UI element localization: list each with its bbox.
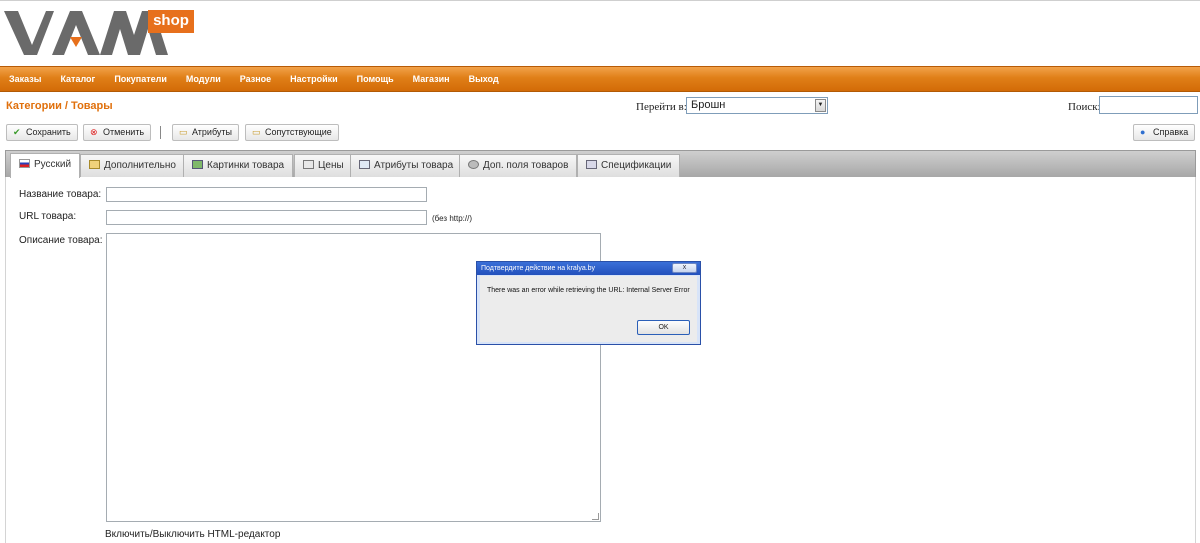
product-description-label: Описание товара: <box>19 235 103 246</box>
cancel-button[interactable]: ⊗ Отменить <box>83 124 152 141</box>
goto-label: Перейти в: <box>636 101 687 113</box>
window-icon: ▭ <box>179 127 188 137</box>
save-button[interactable]: ✔ Сохранить <box>6 124 78 141</box>
tab-extra[interactable]: Дополнительно <box>80 154 185 177</box>
cancel-button-label: Отменить <box>103 127 145 137</box>
tab-label: Спецификации <box>601 160 672 171</box>
nav-item-logout[interactable]: Выход <box>469 67 499 91</box>
related-button[interactable]: ▭ Сопутствующие <box>245 124 339 141</box>
shop-badge: shop <box>148 10 194 33</box>
goto-select[interactable]: Брошн ▼ <box>686 97 828 114</box>
checkmark-icon: ✔ <box>13 127 21 137</box>
nav-item-orders[interactable]: Заказы <box>9 67 41 91</box>
attributes-button-label: Атрибуты <box>192 127 233 137</box>
tab-label: Картинки товара <box>207 160 285 171</box>
product-url-label: URL товара: <box>19 211 77 222</box>
main-nav: Заказы Каталог Покупатели Модули Разное … <box>0 66 1200 92</box>
tab-extra-fields[interactable]: Доп. поля товаров <box>459 154 578 177</box>
tab-label: Цены <box>318 160 344 171</box>
help-icon: ● <box>1140 127 1146 137</box>
nav-item-customers[interactable]: Покупатели <box>114 67 167 91</box>
search-label: Поиск: <box>1068 101 1101 113</box>
dialog-message: There was an error while retrieving the … <box>487 287 690 294</box>
nav-item-modules[interactable]: Модули <box>186 67 221 91</box>
tab-pictures[interactable]: Картинки товара <box>183 154 294 177</box>
tab-russian[interactable]: Русский <box>10 153 81 178</box>
error-dialog: Подтвердите действие на kralya.by x Ther… <box>476 261 701 345</box>
tab-product-attributes[interactable]: Атрибуты товара <box>350 154 463 177</box>
spec-icon <box>586 160 597 169</box>
product-name-label: Название товара: <box>19 189 102 200</box>
attributes-icon <box>359 160 370 169</box>
picture-icon <box>192 160 203 169</box>
dialog-titlebar[interactable]: Подтвердите действие на kralya.by x <box>477 262 700 275</box>
header: shop <box>0 0 1200 66</box>
price-icon <box>303 160 314 169</box>
goto-select-value: Брошн <box>691 99 726 111</box>
flag-ru-icon <box>19 159 30 168</box>
tab-label: Атрибуты товара <box>374 160 454 171</box>
tab-label: Русский <box>34 159 72 170</box>
breadcrumb[interactable]: Категории / Товары <box>6 100 113 112</box>
nav-item-shop[interactable]: Магазин <box>413 67 450 91</box>
product-name-input[interactable] <box>106 187 427 202</box>
help-button[interactable]: ● Справка <box>1133 124 1196 141</box>
tab-specifications[interactable]: Спецификации <box>577 154 681 177</box>
help-button-label: Справка <box>1153 127 1189 137</box>
cancel-icon: ⊗ <box>90 127 98 137</box>
extra-icon <box>89 160 100 169</box>
resize-grip-icon[interactable] <box>592 513 599 520</box>
chevron-down-icon[interactable]: ▼ <box>815 99 826 112</box>
save-button-label: Сохранить <box>26 127 71 137</box>
url-hint: (без http://) <box>432 214 472 223</box>
html-editor-toggle[interactable]: Включить/Выключить HTML-редактор <box>105 529 280 540</box>
nav-item-catalog[interactable]: Каталог <box>60 67 95 91</box>
dialog-title: Подтвердите действие на kralya.by <box>481 265 596 272</box>
related-button-label: Сопутствующие <box>265 127 332 137</box>
nav-item-help[interactable]: Помощь <box>357 67 394 91</box>
product-url-input[interactable] <box>106 210 427 225</box>
gear-icon <box>468 160 479 169</box>
nav-item-misc[interactable]: Разное <box>240 67 271 91</box>
close-icon[interactable]: x <box>672 263 697 273</box>
search-input[interactable] <box>1099 96 1198 114</box>
tab-label: Доп. поля товаров <box>483 160 569 171</box>
nav-item-settings[interactable]: Настройки <box>290 67 337 91</box>
dialog-body: There was an error while retrieving the … <box>480 276 697 342</box>
ok-button[interactable]: OK <box>637 320 690 335</box>
tab-prices[interactable]: Цены <box>294 154 353 177</box>
toolbar-separator <box>160 126 161 139</box>
attributes-button[interactable]: ▭ Атрибуты <box>172 124 240 141</box>
window-icon: ▭ <box>252 127 261 137</box>
tab-label: Дополнительно <box>104 160 176 171</box>
